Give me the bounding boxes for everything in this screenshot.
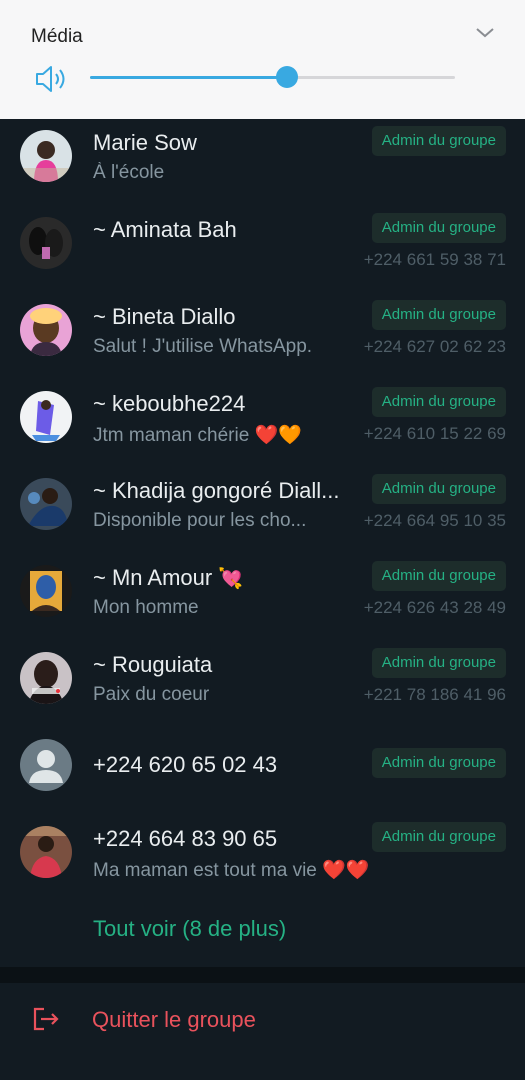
chevron-down-icon[interactable] [474, 24, 496, 40]
admin-badge: Admin du groupe [371, 648, 506, 678]
member-row[interactable]: ~ Bineta Diallo Salut ! J'utilise WhatsA… [0, 293, 525, 380]
see-all-link[interactable]: Tout voir (8 de plus) [93, 916, 286, 942]
avatar[interactable] [20, 217, 72, 269]
admin-badge: Admin du groupe [371, 474, 506, 504]
admin-badge: Admin du groupe [371, 561, 506, 591]
exit-group-button[interactable]: Quitter le groupe [0, 983, 525, 1080]
speaker-icon[interactable] [34, 64, 68, 94]
group-members-list: Marie Sow À l'école Admin du groupe ~ Am… [0, 119, 525, 967]
member-row[interactable]: ~ Mn Amour 💘 Mon homme Admin du groupe +… [0, 554, 525, 641]
member-row[interactable]: +224 664 83 90 65 Ma maman est tout ma v… [0, 815, 525, 902]
volume-slider-fill [90, 76, 288, 79]
member-name: ~ Rouguiata [93, 652, 213, 677]
member-phone: +224 627 02 62 23 [363, 337, 506, 356]
member-status-text: Ma maman est tout ma vie [93, 860, 317, 881]
avatar[interactable] [20, 130, 72, 182]
member-phone: +224 661 59 38 71 [363, 250, 506, 269]
member-row[interactable]: Marie Sow À l'école Admin du groupe [0, 119, 525, 206]
default-avatar-icon[interactable] [20, 739, 72, 791]
member-name: ~ Bineta Diallo [93, 304, 236, 329]
member-name: ~ Mn Amour 💘 [93, 565, 363, 591]
member-name: ~ keboubhe224 [93, 391, 246, 416]
admin-badge: Admin du groupe [371, 126, 506, 156]
exit-group-label: Quitter le groupe [92, 1007, 256, 1032]
member-row[interactable]: ~ Aminata Bah Admin du groupe +224 661 5… [0, 206, 525, 293]
avatar[interactable] [20, 304, 72, 356]
heart-emoji: ❤️🧡 [254, 425, 302, 446]
member-phone: +224 664 95 10 35 [363, 511, 506, 530]
member-status: Ma maman est tout ma vie ❤️❤️ [93, 858, 413, 882]
member-phone: +224 626 43 28 49 [363, 598, 506, 617]
member-phone: +224 610 15 22 69 [363, 424, 506, 443]
member-name: ~ Aminata Bah [93, 217, 237, 242]
admin-badge: Admin du groupe [371, 748, 506, 778]
volume-slider[interactable] [90, 66, 455, 88]
volume-title: Média [31, 26, 83, 47]
avatar[interactable] [20, 652, 72, 704]
member-row[interactable]: ~ Khadija gongoré Diall... Disponible po… [0, 467, 525, 554]
member-row[interactable]: ~ keboubhe224 Jtm maman chérie ❤️🧡 Admin… [0, 380, 525, 467]
member-phone: +221 78 186 41 96 [363, 685, 506, 704]
admin-badge: Admin du groupe [371, 822, 506, 852]
admin-badge: Admin du groupe [371, 213, 506, 243]
member-status: Paix du coeur [93, 684, 210, 705]
member-status: À l'école [93, 162, 165, 183]
member-status: Jtm maman chérie ❤️🧡 [93, 423, 338, 447]
member-row[interactable]: ~ Rouguiata Paix du coeur Admin du group… [0, 641, 525, 728]
member-name: +224 620 65 02 43 [93, 752, 278, 777]
member-name: Marie Sow [93, 130, 197, 155]
member-status: Mon homme [93, 597, 199, 618]
member-status-text: Jtm maman chérie [93, 425, 250, 446]
heart-emoji: ❤️❤️ [322, 860, 370, 881]
admin-badge: Admin du groupe [371, 300, 506, 330]
avatar[interactable] [20, 565, 72, 617]
heart-arrow-emoji: 💘 [218, 568, 244, 590]
avatar[interactable] [20, 391, 72, 443]
section-divider [0, 967, 525, 983]
member-name: ~ Khadija gongoré Diall... [93, 478, 340, 503]
exit-icon [33, 1007, 59, 1031]
admin-badge: Admin du groupe [371, 387, 506, 417]
avatar[interactable] [20, 478, 72, 530]
volume-slider-thumb[interactable] [276, 66, 299, 88]
member-status: Salut ! J'utilise WhatsApp. [93, 336, 313, 357]
member-row[interactable]: +224 620 65 02 43 Admin du groupe [0, 728, 525, 815]
avatar[interactable] [20, 826, 72, 878]
member-name: +224 664 83 90 65 [93, 826, 278, 851]
volume-panel: Média [0, 0, 525, 119]
member-status: Disponible pour les cho... [93, 510, 307, 531]
member-name-text: ~ Mn Amour [93, 565, 213, 590]
